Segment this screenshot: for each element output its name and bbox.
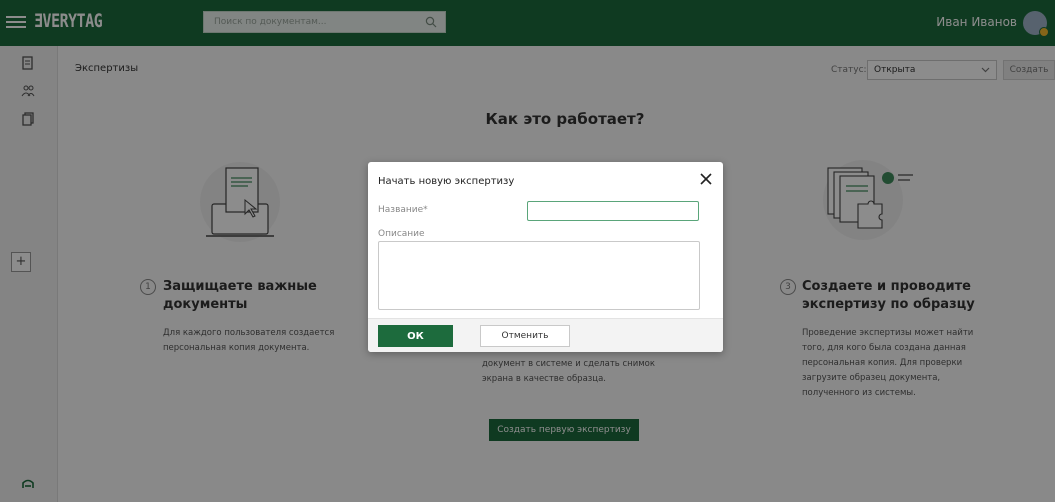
name-label: Название* (378, 205, 428, 215)
dialog-footer: ОК Отменить (368, 318, 723, 352)
cancel-button[interactable]: Отменить (480, 325, 570, 347)
name-input[interactable] (527, 201, 699, 221)
description-textarea[interactable] (378, 241, 700, 310)
dialog-title: Начать новую экспертизу (378, 176, 515, 187)
close-icon[interactable] (699, 172, 713, 186)
new-expertise-dialog: Начать новую экспертизу Название* Описан… (368, 162, 723, 352)
description-label: Описание (378, 229, 425, 239)
ok-button[interactable]: ОК (378, 325, 453, 347)
